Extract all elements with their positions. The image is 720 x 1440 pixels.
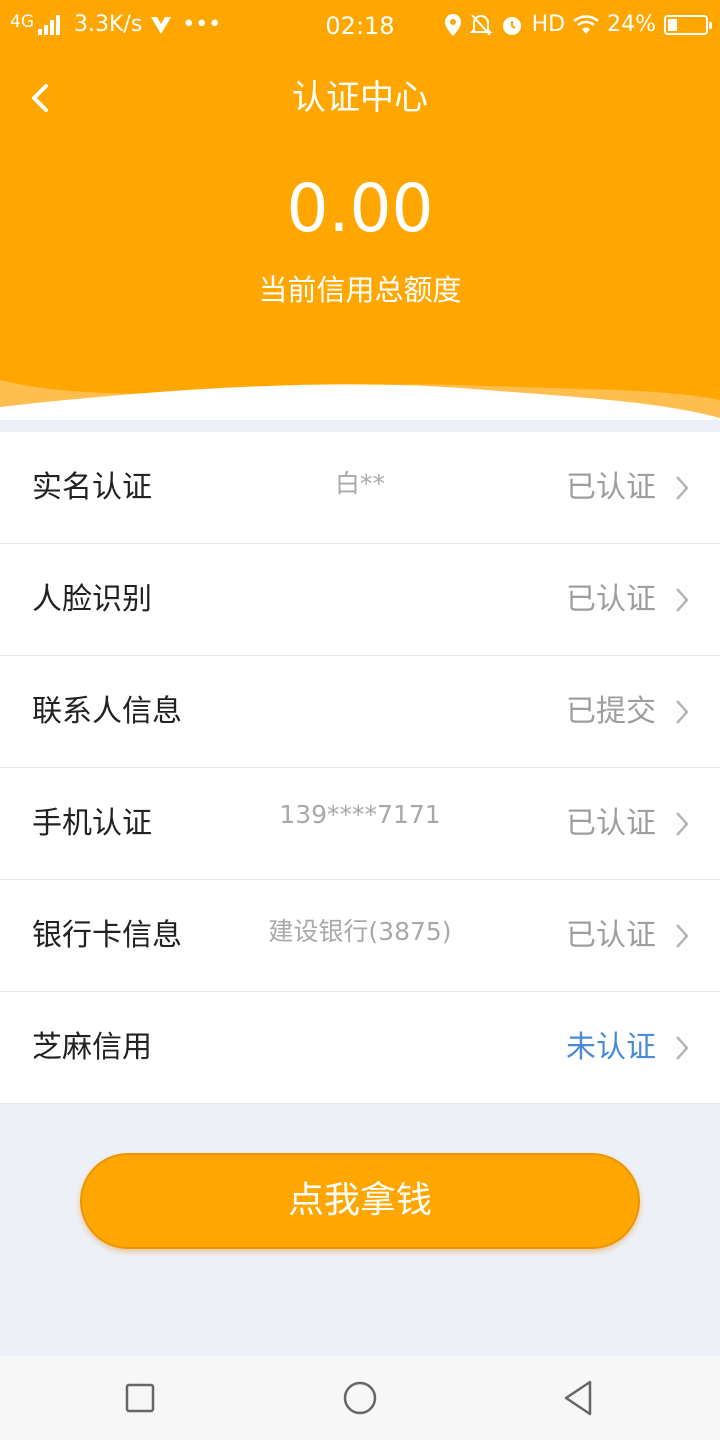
credit-amount-label: 当前信用总额度 (258, 273, 462, 307)
row-status: 已认证 (566, 918, 656, 953)
row-status: 未认证 (566, 1030, 656, 1065)
row-status: 已认证 (566, 806, 656, 841)
row-status: 已提交 (566, 694, 656, 729)
alarm-icon (502, 16, 521, 35)
row-label: 联系人信息 (32, 694, 182, 729)
mute-icon (469, 13, 492, 36)
system-nav-bar (0, 1356, 720, 1440)
chevron-right-icon (676, 700, 689, 724)
battery-percent: 24% (607, 12, 656, 37)
location-icon (444, 13, 461, 36)
header-wave (0, 380, 720, 420)
chevron-right-icon (676, 812, 689, 836)
chevron-right-icon (676, 476, 689, 500)
wifi-icon (573, 14, 599, 34)
chevron-right-icon (676, 924, 689, 948)
credit-amount: 0.00 (286, 170, 434, 247)
home-icon[interactable] (340, 1378, 380, 1418)
verification-list: 实名认证 白** 已认证 人脸识别 已认证 联系人信息 已提交 手机认证 139… (0, 432, 720, 1104)
row-label: 人脸识别 (32, 582, 152, 617)
back-icon[interactable] (558, 1378, 598, 1418)
chevron-right-icon (676, 1036, 689, 1060)
row-status: 已认证 (566, 470, 656, 505)
chevron-right-icon (676, 588, 689, 612)
verify-row-bankcard[interactable]: 银行卡信息 建设银行(3875) 已认证 (0, 880, 720, 992)
row-label: 芝麻信用 (32, 1030, 152, 1065)
hd-label: HD (531, 12, 566, 37)
recent-apps-icon[interactable] (120, 1378, 160, 1418)
verify-row-sesame[interactable]: 芝麻信用 未认证 (0, 992, 720, 1104)
verify-row-phone[interactable]: 手机认证 139****7171 已认证 (0, 768, 720, 880)
verify-row-contacts[interactable]: 联系人信息 已提交 (0, 656, 720, 768)
page-title: 认证中心 (292, 78, 428, 118)
verify-row-realname[interactable]: 实名认证 白** 已认证 (0, 432, 720, 544)
header: 4G 3.3K/s ••• 02:18 HD 24% 认证中心 0.00 当前信… (0, 0, 720, 420)
status-bar: 4G 3.3K/s ••• 02:18 HD 24% (0, 0, 720, 50)
battery-icon (664, 14, 712, 35)
get-money-button[interactable]: 点我拿钱 (80, 1153, 640, 1249)
row-status: 已认证 (566, 582, 656, 617)
verify-row-face[interactable]: 人脸识别 已认证 (0, 544, 720, 656)
